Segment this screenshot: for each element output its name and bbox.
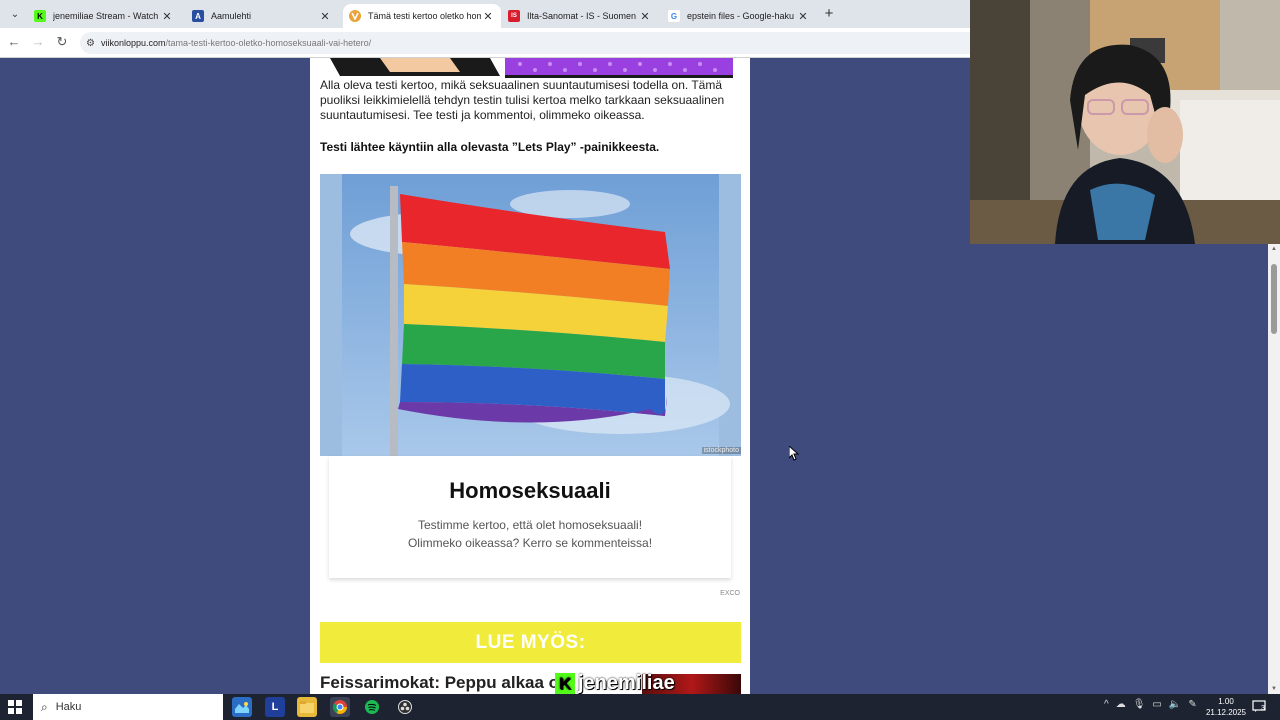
article-page: Alla oleva testi kertoo, mikä seksuaalin… [310, 58, 750, 694]
header-illustration [320, 58, 741, 78]
webcam-overlay [970, 0, 1280, 244]
streamer-name: jenemiliae [578, 672, 675, 694]
cloud-icon[interactable]: ☁ [1116, 699, 1126, 710]
viikonloppu-icon [349, 10, 361, 22]
related-article-link[interactable]: Feissarimokat: Peppu alkaa ol [320, 673, 564, 693]
tab-label: jenemiliae Stream - Watch Live [53, 11, 160, 21]
tab-label: Ilta-Sanomat - IS - Suomen suu [527, 11, 638, 21]
aamulehti-icon: A [192, 10, 204, 22]
read-more-banner: LUE MYÖS: [320, 622, 741, 663]
ad-label: EXCO [720, 590, 740, 597]
tab-label: Tämä testi kertoo oletko homo [368, 11, 481, 21]
tab-label: Aamulehti [211, 11, 252, 21]
url-host: viikonloppu.com [100, 38, 166, 48]
notification-icon[interactable]: 3 [1252, 699, 1266, 713]
site-info-icon[interactable]: ⚙ [86, 38, 95, 49]
address-toolbar: ← → ↻ ⚙ viikonloppu.com/tama-testi-kerto… [0, 28, 980, 58]
app-l-icon[interactable]: L [265, 697, 285, 717]
close-icon[interactable]: ✕ [481, 10, 495, 23]
clock-time: 1.00 [1218, 697, 1234, 706]
quiz-result-card: Homoseksuaali Testimme kertoo, että olet… [329, 456, 731, 578]
is-icon: IS [508, 10, 520, 22]
result-line-1: Testimme kertoo, että olet homoseksuaali… [417, 518, 643, 532]
tab-strip: ⌄ K jenemiliae Stream - Watch Live ✕ A A… [0, 0, 970, 28]
reload-icon[interactable]: ↻ [54, 34, 70, 50]
tab-search-chevron-icon[interactable]: ⌄ [4, 3, 26, 25]
tab-label: epstein files - Google-haku [687, 11, 795, 21]
tab-ilta-sanomat[interactable]: IS Ilta-Sanomat - IS - Suomen suu ✕ [502, 4, 658, 28]
mouse-cursor-icon [788, 444, 800, 466]
windows-start-icon[interactable] [8, 700, 22, 714]
image-credit: istockphoto [701, 447, 741, 454]
chevron-up-icon[interactable]: ^ [1104, 699, 1109, 710]
windows-taskbar: ⌕ Haku L ^ ☁ 🎙 ▭ 🔈 ✎ 1.00 21.12.2025 3 [0, 694, 1280, 720]
close-icon[interactable]: ✕ [638, 10, 652, 23]
network-icon[interactable]: ▭ [1152, 699, 1161, 710]
rainbow-flag-image [320, 174, 741, 456]
microphone-icon[interactable]: 🎙 [1133, 699, 1146, 710]
close-icon[interactable]: ✕ [796, 10, 810, 23]
system-tray: ^ ☁ 🎙 ▭ 🔈 ✎ [1104, 699, 1197, 710]
address-bar[interactable]: ⚙ viikonloppu.com/tama-testi-kertoo-olet… [80, 32, 980, 54]
volume-icon[interactable]: 🔈 [1169, 699, 1181, 710]
forward-arrow-icon[interactable]: → [30, 34, 46, 50]
tab-viikonloppu[interactable]: Tämä testi kertoo oletko homo ✕ [343, 4, 501, 28]
google-icon: G [668, 10, 680, 22]
obs-icon[interactable] [395, 697, 415, 717]
result-line-2: Olimmeko oikeassa? Kerro se kommenteissa… [407, 536, 653, 550]
spotify-icon[interactable] [362, 697, 382, 717]
scroll-down-icon[interactable]: ▼ [1268, 686, 1280, 692]
stream-name-overlay: K jenemiliae [555, 672, 675, 695]
tab-google[interactable]: G epstein files - Google-haku ✕ [662, 4, 816, 28]
close-icon[interactable]: ✕ [160, 10, 174, 23]
pen-icon[interactable]: ✎ [1188, 699, 1196, 710]
kick-icon: K [34, 10, 46, 22]
tab-aamulehti[interactable]: A Aamulehti ✕ [186, 4, 338, 28]
clock-date: 21.12.2025 [1205, 708, 1247, 717]
lets-play-instruction: Testi lähtee käyntiin alla olevasta ”Let… [320, 140, 660, 154]
kick-logo-icon: K [555, 672, 575, 695]
url-path: /tama-testi-kertoo-oletko-homoseksuaali-… [165, 38, 372, 48]
taskbar-clock[interactable]: 1.00 21.12.2025 [1204, 696, 1248, 718]
close-icon[interactable]: ✕ [318, 10, 332, 23]
scroll-up-icon[interactable]: ▲ [1268, 246, 1280, 252]
search-icon: ⌕ [41, 699, 48, 714]
new-tab-plus-icon[interactable]: + [821, 6, 837, 22]
back-arrow-icon[interactable]: ← [6, 34, 22, 50]
chrome-icon[interactable] [330, 697, 350, 717]
scrollbar-thumb[interactable] [1271, 264, 1277, 334]
widgets-icon[interactable] [232, 697, 252, 717]
file-explorer-icon[interactable] [297, 697, 317, 717]
search-placeholder: Haku [55, 701, 82, 713]
result-title: Homoseksuaali [449, 478, 611, 503]
notification-count: 3 [1261, 705, 1265, 712]
taskbar-search-input[interactable]: ⌕ Haku [33, 694, 223, 720]
tab-kick[interactable]: K jenemiliae Stream - Watch Live ✕ [28, 4, 180, 28]
page-scrollbar[interactable]: ▲ ▼ [1268, 244, 1280, 694]
article-intro: Alla oleva testi kertoo, mikä seksuaalin… [320, 78, 725, 122]
